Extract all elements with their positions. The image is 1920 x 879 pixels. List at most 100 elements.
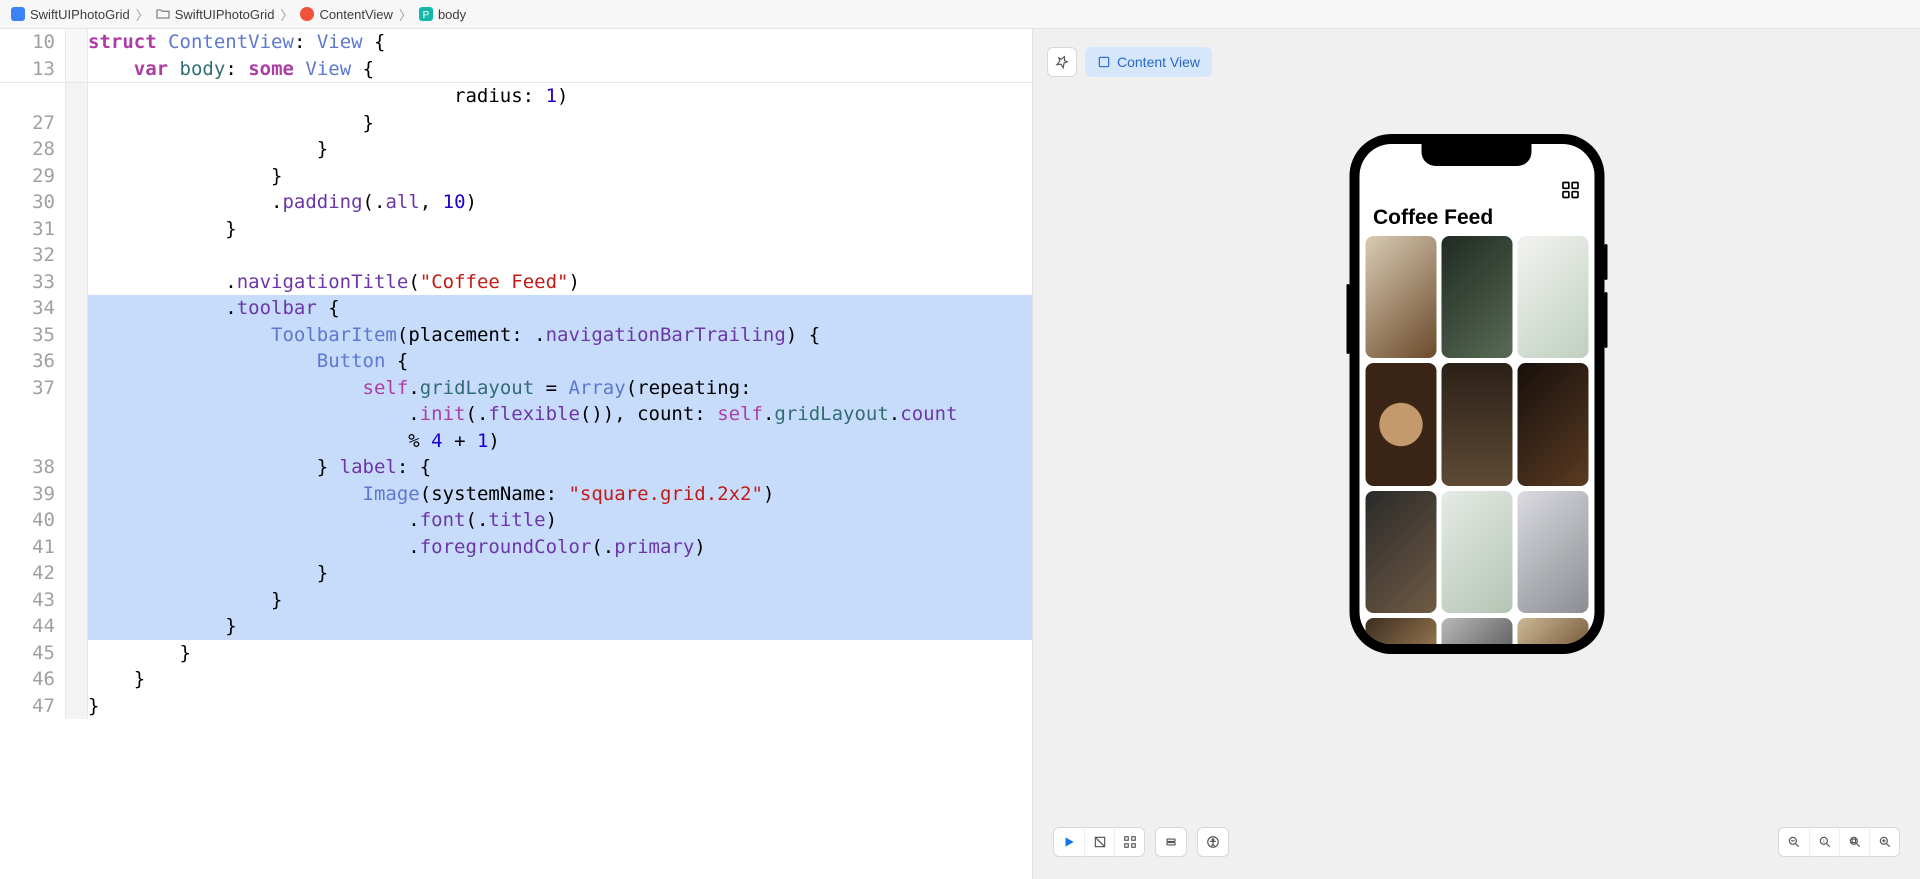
code-line[interactable]: % 4 + 1) <box>0 428 1032 455</box>
code-line[interactable]: 36 Button { <box>0 348 1032 375</box>
fold-gutter[interactable] <box>65 216 88 243</box>
zoom-out-button[interactable] <box>1779 827 1809 857</box>
pin-preview-button[interactable] <box>1047 47 1077 77</box>
fold-gutter[interactable] <box>65 613 88 640</box>
fold-gutter[interactable] <box>65 640 88 667</box>
fold-gutter[interactable] <box>65 56 88 83</box>
code-text[interactable]: } <box>88 587 1032 614</box>
code-line[interactable]: 46 } <box>0 666 1032 693</box>
breadcrumb-item[interactable]: SwiftUIPhotoGrid <box>10 6 130 22</box>
code-text[interactable]: .navigationTitle("Coffee Feed") <box>88 269 580 296</box>
fold-gutter[interactable] <box>65 507 88 534</box>
code-line[interactable]: 38 } label: { <box>0 454 1032 481</box>
fold-gutter[interactable] <box>65 693 88 720</box>
fold-gutter[interactable] <box>65 348 88 375</box>
code-text[interactable]: % 4 + 1) <box>88 428 1032 455</box>
code-line[interactable]: 28 } <box>0 136 1032 163</box>
accessibility-settings-button[interactable] <box>1198 827 1228 857</box>
code-line[interactable]: 40 .font(.title) <box>0 507 1032 534</box>
code-text[interactable]: .init(.flexible()), count: self.gridLayo… <box>88 401 1032 428</box>
fold-gutter[interactable] <box>65 560 88 587</box>
code-text[interactable]: ToolbarItem(placement: .navigationBarTra… <box>88 322 1032 349</box>
code-line[interactable]: 45 } <box>0 640 1032 667</box>
fold-gutter[interactable] <box>65 110 88 137</box>
code-line[interactable]: radius: 1) <box>0 83 1032 110</box>
code-text[interactable]: .padding(.all, 10) <box>88 189 477 216</box>
code-line[interactable]: 27 } <box>0 110 1032 137</box>
code-line[interactable]: 31 } <box>0 216 1032 243</box>
code-line[interactable]: 41 .foregroundColor(.primary) <box>0 534 1032 561</box>
fold-gutter[interactable] <box>65 29 88 56</box>
zoom-actual-button[interactable]: 1 <box>1809 827 1839 857</box>
breadcrumb-item[interactable]: SwiftUIPhotoGrid <box>155 6 275 22</box>
code-line[interactable]: 30 .padding(.all, 10) <box>0 189 1032 216</box>
photo-cell[interactable] <box>1517 363 1588 485</box>
code-text[interactable]: .toolbar { <box>88 295 1032 322</box>
photo-cell[interactable] <box>1365 363 1436 485</box>
fold-gutter[interactable] <box>65 534 88 561</box>
fold-gutter[interactable] <box>65 666 88 693</box>
code-text[interactable]: } <box>88 640 191 667</box>
code-text[interactable]: } <box>88 666 145 693</box>
code-line[interactable]: 29 } <box>0 163 1032 190</box>
fold-gutter[interactable] <box>65 295 88 322</box>
code-text[interactable]: .foregroundColor(.primary) <box>88 534 1032 561</box>
photo-cell[interactable] <box>1365 236 1436 358</box>
code-text[interactable]: } <box>88 216 237 243</box>
code-text[interactable]: struct ContentView: View { <box>88 29 385 56</box>
code-line[interactable]: 10struct ContentView: View { <box>0 29 1032 56</box>
code-line[interactable]: 34 .toolbar { <box>0 295 1032 322</box>
live-preview-button[interactable] <box>1054 827 1084 857</box>
code-line[interactable]: 35 ToolbarItem(placement: .navigationBar… <box>0 322 1032 349</box>
code-line[interactable]: 44 } <box>0 613 1032 640</box>
fold-gutter[interactable] <box>65 269 88 296</box>
photo-cell[interactable] <box>1517 236 1588 358</box>
code-editor[interactable]: 10struct ContentView: View {13 var body:… <box>0 29 1033 879</box>
code-text[interactable]: } <box>88 693 99 720</box>
fold-gutter[interactable] <box>65 401 88 428</box>
code-text[interactable]: Button { <box>88 348 1032 375</box>
fold-gutter[interactable] <box>65 587 88 614</box>
fold-gutter[interactable] <box>65 189 88 216</box>
code-text[interactable]: var body: some View { <box>88 56 374 83</box>
zoom-fit-button[interactable] <box>1839 827 1869 857</box>
code-line[interactable]: 43 } <box>0 587 1032 614</box>
code-line[interactable]: 39 Image(systemName: "square.grid.2x2") <box>0 481 1032 508</box>
breadcrumb-item[interactable]: ContentView <box>299 6 392 22</box>
grid-toggle-button[interactable] <box>1560 180 1580 200</box>
photo-cell[interactable] <box>1441 491 1512 613</box>
breadcrumb-item[interactable]: Pbody <box>418 6 466 22</box>
code-line[interactable]: 13 var body: some View { <box>0 56 1032 83</box>
code-text[interactable]: radius: 1) <box>88 83 568 110</box>
photo-cell[interactable] <box>1517 491 1588 613</box>
fold-gutter[interactable] <box>65 242 88 269</box>
preview-selector-chip[interactable]: Content View <box>1085 47 1212 77</box>
selectable-preview-button[interactable] <box>1084 827 1114 857</box>
fold-gutter[interactable] <box>65 322 88 349</box>
code-text[interactable]: } <box>88 560 1032 587</box>
code-text[interactable]: .font(.title) <box>88 507 1032 534</box>
fold-gutter[interactable] <box>65 454 88 481</box>
variants-button[interactable] <box>1114 827 1144 857</box>
code-text[interactable]: } label: { <box>88 454 1032 481</box>
code-line[interactable]: 47} <box>0 693 1032 720</box>
photo-cell[interactable] <box>1365 618 1436 644</box>
zoom-in-button[interactable] <box>1869 827 1899 857</box>
code-text[interactable]: } <box>88 110 374 137</box>
photo-cell[interactable] <box>1441 363 1512 485</box>
code-line[interactable]: 42 } <box>0 560 1032 587</box>
fold-gutter[interactable] <box>65 163 88 190</box>
fold-gutter[interactable] <box>65 428 88 455</box>
photo-cell[interactable] <box>1365 491 1436 613</box>
fold-gutter[interactable] <box>65 83 88 110</box>
device-settings-button[interactable] <box>1156 827 1186 857</box>
photo-cell[interactable] <box>1517 618 1588 644</box>
code-line[interactable]: 37 self.gridLayout = Array(repeating: <box>0 375 1032 402</box>
code-text[interactable]: Image(systemName: "square.grid.2x2") <box>88 481 1032 508</box>
fold-gutter[interactable] <box>65 136 88 163</box>
code-text[interactable]: self.gridLayout = Array(repeating: <box>88 375 1032 402</box>
code-text[interactable]: } <box>88 163 282 190</box>
code-text[interactable]: } <box>88 136 328 163</box>
code-line[interactable]: 33 .navigationTitle("Coffee Feed") <box>0 269 1032 296</box>
photo-cell[interactable] <box>1441 618 1512 644</box>
